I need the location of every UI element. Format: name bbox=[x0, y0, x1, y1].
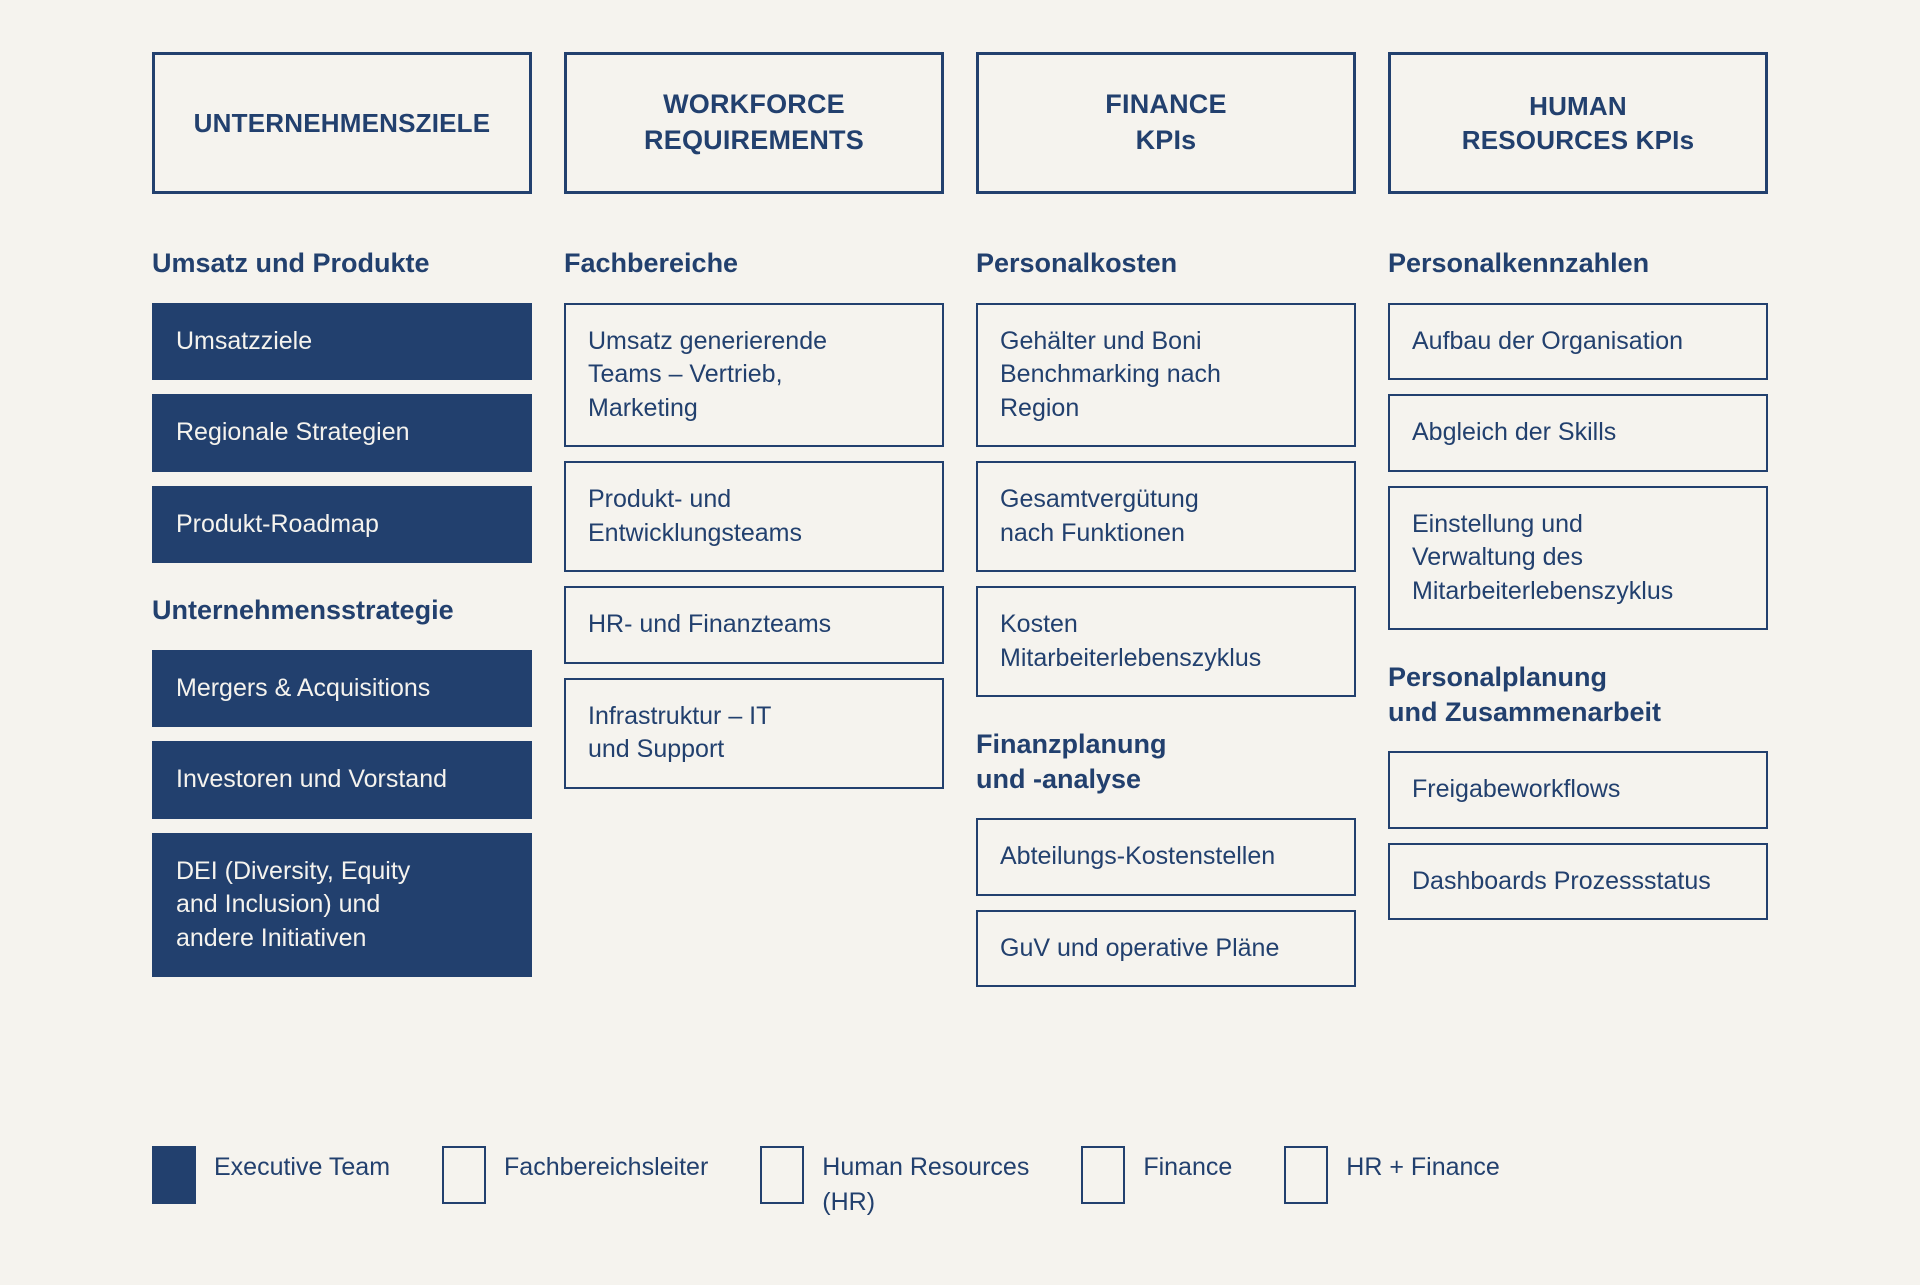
section-title: Fachbereiche bbox=[564, 248, 739, 278]
item-label: Investoren und Vorstand bbox=[176, 765, 448, 794]
item-label: Dashboards Prozessstatus bbox=[1412, 866, 1711, 895]
item-box[interactable]: Produkt-Roadmap bbox=[152, 485, 532, 564]
column-header-2: WORKFORCE REQUIREMENTS bbox=[564, 52, 944, 194]
item-label: Abgleich der Skills bbox=[1412, 418, 1617, 447]
legend-swatch bbox=[152, 1146, 196, 1204]
legend: Executive Team Fachbereichsleiter Human Re… bbox=[152, 1146, 1792, 1219]
section-items: Abteilungs-Kostenstellen GuV und operativ… bbox=[976, 818, 1356, 988]
item-label: Infrastruktur – IT und Support bbox=[588, 701, 772, 764]
section-items: Freigabeworkflows Dashboards Prozessstatu… bbox=[1388, 751, 1768, 921]
item-label: HR- und Finanzteams bbox=[588, 610, 832, 639]
column-header-1: UNTERNEHMENSZIELE bbox=[152, 52, 532, 194]
legend-label: Executive Team bbox=[214, 1153, 391, 1181]
section-items: Gehälter und Boni Benchmarking nach Regi… bbox=[976, 302, 1356, 698]
item-box[interactable]: Regionale Strategien bbox=[152, 394, 532, 472]
legend-entry: Fachbereichsleiter bbox=[442, 1146, 708, 1204]
item-box[interactable]: Investoren und Vorstand bbox=[152, 741, 532, 819]
item-label: Mergers & Acquisitions bbox=[176, 673, 431, 702]
legend-swatch bbox=[442, 1146, 487, 1204]
legend-entry: Human Resources (HR) bbox=[760, 1146, 1029, 1219]
item-box[interactable]: Aufbau der Organisation bbox=[1388, 302, 1768, 381]
section-title: Unternehmensstrategie bbox=[152, 595, 454, 626]
section-items: Aufbau der Organisation Abgleich der Skil… bbox=[1388, 302, 1768, 631]
item-box[interactable]: Mergers & Acquisitions bbox=[152, 649, 532, 728]
column-header-3: FINANCE KPIs bbox=[976, 52, 1356, 194]
item-box[interactable]: HR- und Finanzteams bbox=[564, 586, 944, 664]
item-box[interactable]: DEI (Diversity, Equity and Inclusion) un… bbox=[152, 832, 532, 978]
item-label: Einstellung und Verwaltung des Mitarbeit… bbox=[1412, 509, 1674, 605]
item-label: Aufbau der Organisation bbox=[1412, 326, 1684, 355]
legend-label: HR + Finance bbox=[1346, 1153, 1500, 1181]
item-label: Umsatzziele bbox=[176, 326, 313, 355]
legend-label: Fachbereichsleiter bbox=[504, 1153, 709, 1181]
section-title: Personalkennzahlen bbox=[1388, 248, 1650, 278]
legend-label: Finance bbox=[1143, 1153, 1233, 1181]
column-1: UNTERNEHMENSZIELE Umsatz und Produkte Umsa… bbox=[152, 52, 532, 987]
item-box[interactable]: Dashboards Prozessstatus bbox=[1388, 842, 1768, 921]
diagram-canvas: UNTERNEHMENSZIELE Umsatz und Produkte Umsa… bbox=[0, 0, 1920, 1285]
item-label: Abteilungs-Kostenstellen bbox=[1000, 842, 1276, 871]
item-label: Kosten Mitarbeiterlebenszyklus bbox=[1000, 610, 1262, 672]
section-items: Mergers & Acquisitions Investoren und Vor… bbox=[152, 649, 532, 978]
item-box[interactable]: Umsatzziele bbox=[152, 302, 532, 381]
item-label: DEI (Diversity, Equity and Inclusion) un… bbox=[176, 856, 411, 952]
item-label: Gehälter und Boni Benchmarking nach Regi… bbox=[1000, 326, 1221, 422]
item-label: Produkt- und Entwicklungsteams bbox=[588, 485, 802, 547]
item-label: Gesamtvergütung nach Funktionen bbox=[1000, 485, 1199, 547]
section-title: Finanzplanung und -analyse bbox=[976, 729, 1167, 794]
section-items: Umsatz generierende Teams – Vertrieb, Ma… bbox=[564, 302, 944, 789]
item-box[interactable]: Produkt- und Entwicklungsteams bbox=[564, 461, 944, 573]
item-box[interactable]: Gehälter und Boni Benchmarking nach Regi… bbox=[976, 302, 1356, 448]
legend-entry: Executive Team bbox=[152, 1146, 390, 1204]
item-box[interactable]: Gesamtvergütung nach Funktionen bbox=[976, 461, 1356, 573]
item-box[interactable]: Freigabeworkflows bbox=[1388, 751, 1768, 829]
legend-entry: HR + Finance bbox=[1284, 1146, 1500, 1204]
column-4: HUMAN RESOURCES KPIs Personalkennzahlen Au… bbox=[1388, 52, 1768, 987]
item-box[interactable]: Kosten Mitarbeiterlebenszyklus bbox=[976, 586, 1356, 698]
item-box[interactable]: Abgleich der Skills bbox=[1388, 394, 1768, 472]
column-header-label: FINANCE KPIs bbox=[1105, 89, 1227, 155]
item-label: Freigabeworkflows bbox=[1412, 775, 1621, 804]
column-header-4: HUMAN RESOURCES KPIs bbox=[1388, 52, 1768, 194]
item-box[interactable]: Abteilungs-Kostenstellen bbox=[976, 818, 1356, 896]
legend-swatch bbox=[1081, 1146, 1126, 1204]
column-header-label: UNTERNEHMENSZIELE bbox=[193, 107, 491, 138]
item-label: Regionale Strategien bbox=[176, 418, 410, 447]
item-label: GuV und operative Pläne bbox=[1000, 933, 1280, 962]
column-3: FINANCE KPIs Personalkosten Gehälter und B… bbox=[976, 52, 1356, 988]
legend-label: Human Resources (HR) bbox=[822, 1153, 1030, 1216]
column-header-label: HUMAN RESOURCES KPIs bbox=[1461, 90, 1695, 155]
item-box[interactable]: Einstellung und Verwaltung des Mitarbeit… bbox=[1388, 485, 1768, 631]
item-box[interactable]: Infrastruktur – IT und Support bbox=[564, 677, 944, 789]
legend-entry: Finance bbox=[1081, 1146, 1232, 1204]
columns-container: UNTERNEHMENSZIELE Umsatz und Produkte Umsa… bbox=[152, 52, 1772, 988]
section-title: Personalkosten bbox=[976, 248, 1178, 278]
item-label: Produkt-Roadmap bbox=[176, 509, 379, 538]
item-box[interactable]: GuV und operative Pläne bbox=[976, 909, 1356, 988]
legend-swatch bbox=[760, 1146, 805, 1204]
item-box[interactable]: Umsatz generierende Teams – Vertrieb, Ma… bbox=[564, 302, 944, 448]
section-title: Personalplanung und Zusammenarbeit bbox=[1388, 662, 1662, 727]
column-2: WORKFORCE REQUIREMENTS Fachbereiche Umsatz… bbox=[564, 52, 944, 987]
section-items: Umsatzziele Regionale Strategien Produkt-R… bbox=[152, 302, 532, 564]
legend-swatch bbox=[1284, 1146, 1329, 1204]
column-header-label: WORKFORCE REQUIREMENTS bbox=[644, 89, 864, 155]
item-label: Umsatz generierende Teams – Vertrieb, Ma… bbox=[588, 326, 828, 422]
section-title: Umsatz und Produkte bbox=[152, 248, 430, 278]
